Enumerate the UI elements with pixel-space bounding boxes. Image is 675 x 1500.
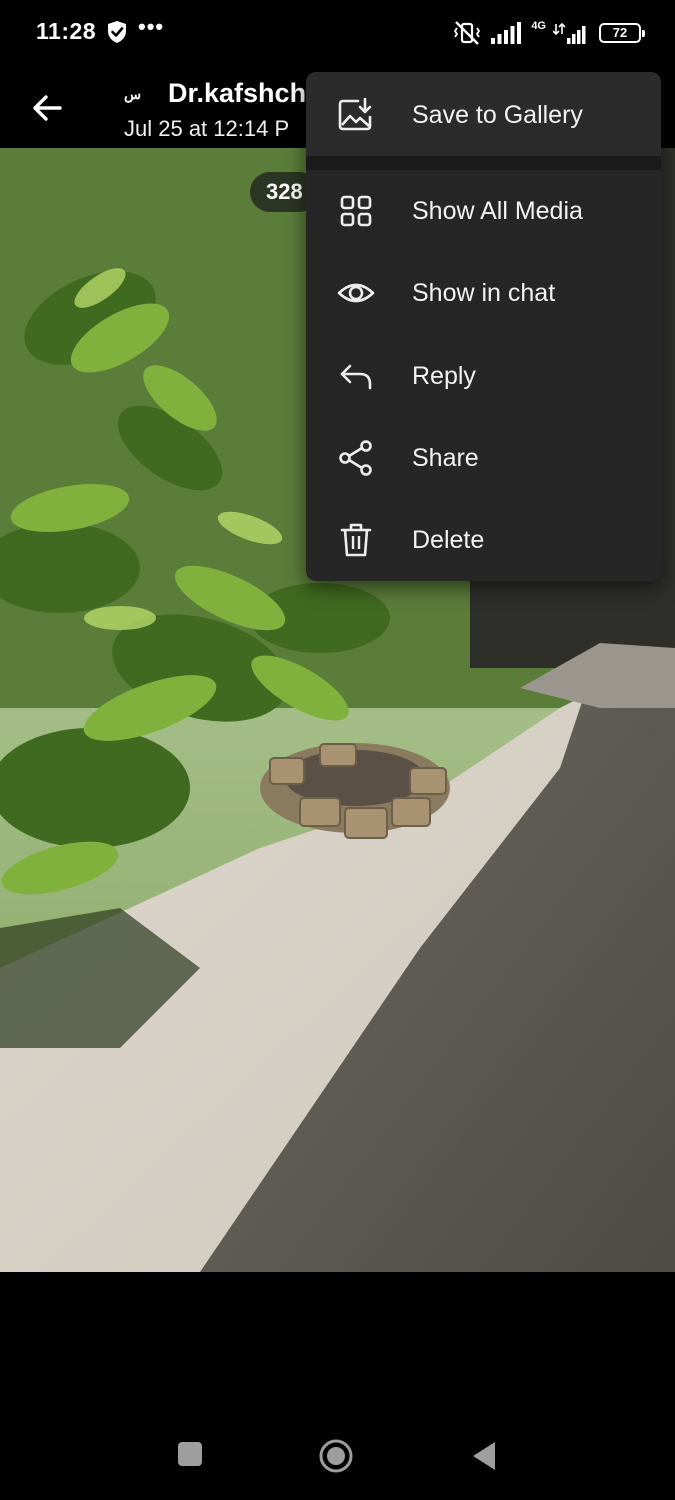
back-arrow-icon[interactable] [26,86,70,130]
shield-check-icon [108,21,126,43]
menu-label: Reply [412,361,476,390]
trash-icon [340,523,372,557]
menu-item-show-in-chat[interactable]: Show in chat [306,252,661,334]
menu-item-reply[interactable]: Reply [306,335,661,417]
media-options-menu: Save to Gallery Show All Media Show in c… [306,72,661,581]
sent-date: Jul 25 at 12:14 P [124,116,290,141]
recents-icon[interactable] [176,1440,204,1468]
eye-icon [337,283,375,303]
status-bar: 11:28 ••• 4G 72 [0,0,675,64]
grid-icon [340,195,372,227]
menu-label: Save to Gallery [412,100,583,129]
status-icons: 4G 72 [453,20,645,46]
menu-item-delete[interactable]: Delete [306,499,661,581]
signal-4g-icon [553,22,586,44]
menu-label: Show All Media [412,196,583,225]
more-notifications-icon: ••• [138,14,165,39]
share-icon [339,440,372,476]
menu-label: Share [412,443,479,472]
menu-label: Show in chat [412,278,556,307]
sender-name[interactable]: Dr.kafshch [168,78,306,109]
save-to-gallery-icon [338,97,372,131]
reply-icon [340,364,372,390]
signal-icon [491,22,522,44]
battery-icon: 72 [599,23,645,43]
menu-item-save-to-gallery[interactable]: Save to Gallery [306,74,661,156]
menu-item-share[interactable]: Share [306,417,661,499]
status-time: 11:28 [36,18,97,44]
menu-divider [306,156,661,170]
home-icon[interactable] [318,1438,354,1474]
back-nav-icon[interactable] [470,1440,498,1472]
battery-level: 72 [612,25,628,40]
menu-item-show-all-media[interactable]: Show All Media [306,170,661,252]
mute-vibrate-icon [454,21,481,45]
sender-badge: س [124,86,142,102]
network-type-label: 4G [531,20,546,32]
menu-label: Delete [412,525,485,554]
